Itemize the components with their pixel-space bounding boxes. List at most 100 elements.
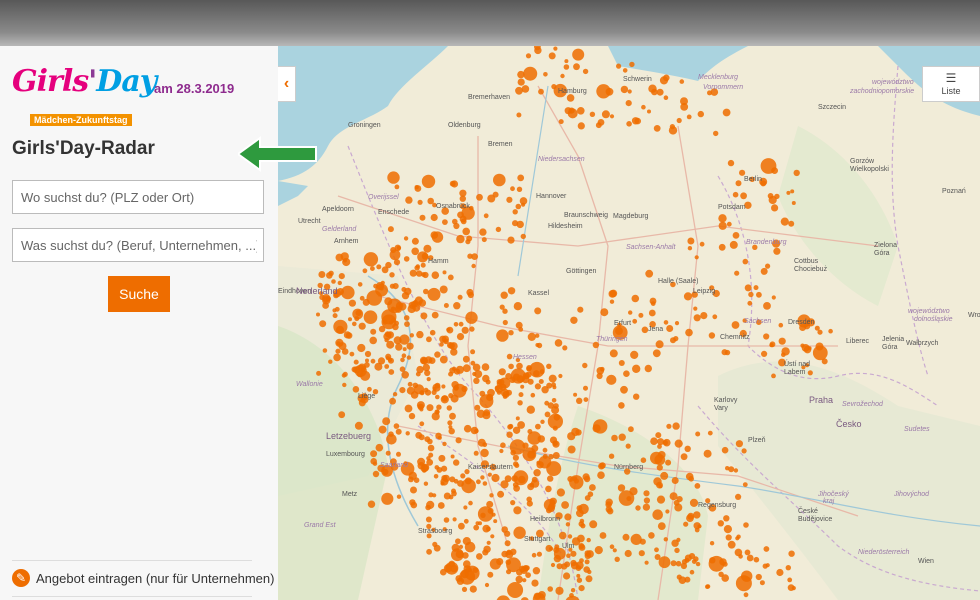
offer-marker[interactable] (407, 381, 413, 387)
offer-marker[interactable] (594, 546, 603, 555)
offer-marker[interactable] (584, 550, 591, 557)
offer-marker[interactable] (452, 218, 458, 225)
offer-marker[interactable] (652, 349, 661, 358)
offer-marker[interactable] (644, 560, 649, 565)
offer-marker[interactable] (449, 476, 456, 483)
offer-marker[interactable] (676, 537, 681, 542)
offer-marker[interactable] (558, 531, 567, 540)
offer-marker[interactable] (688, 476, 694, 482)
offer-marker[interactable] (524, 565, 530, 571)
offer-marker[interactable] (731, 321, 740, 329)
offer-marker[interactable] (624, 549, 632, 558)
offer-marker[interactable] (525, 53, 532, 59)
offer-marker[interactable] (501, 526, 508, 533)
offer-marker[interactable] (508, 330, 514, 336)
offer-marker[interactable] (815, 342, 824, 351)
offer-marker[interactable] (547, 586, 553, 592)
offer-marker[interactable] (760, 267, 768, 275)
offer-marker[interactable] (453, 459, 460, 466)
offer-marker[interactable] (381, 492, 394, 505)
offer-marker[interactable] (512, 454, 519, 461)
offer-marker[interactable] (671, 477, 679, 484)
offer-marker[interactable] (426, 336, 432, 343)
offer-marker[interactable] (482, 481, 488, 486)
offer-marker[interactable] (660, 471, 669, 480)
offer-marker[interactable] (693, 306, 698, 311)
offer-marker[interactable] (476, 553, 483, 560)
offer-marker[interactable] (576, 577, 583, 583)
offer-marker[interactable] (647, 109, 651, 114)
offer-marker[interactable] (567, 476, 574, 482)
offer-marker[interactable] (530, 392, 536, 398)
offer-marker[interactable] (513, 461, 519, 467)
offer-marker[interactable] (473, 377, 480, 384)
offer-marker[interactable] (507, 582, 524, 598)
offer-marker[interactable] (326, 272, 333, 279)
offer-marker[interactable] (423, 288, 429, 295)
offer-marker[interactable] (601, 110, 610, 119)
offer-marker[interactable] (517, 174, 525, 182)
offer-marker[interactable] (424, 369, 431, 377)
offer-marker[interactable] (364, 350, 372, 358)
offer-marker[interactable] (509, 376, 516, 383)
offer-marker[interactable] (684, 576, 691, 583)
offer-marker[interactable] (401, 371, 409, 379)
offer-marker[interactable] (768, 195, 777, 205)
offer-marker[interactable] (388, 369, 395, 375)
offer-marker[interactable] (489, 558, 501, 570)
offer-marker[interactable] (500, 291, 508, 299)
offer-marker[interactable] (457, 211, 464, 219)
offer-marker[interactable] (469, 585, 477, 593)
offer-marker[interactable] (773, 247, 781, 255)
offer-marker[interactable] (620, 385, 628, 394)
offer-marker[interactable] (385, 450, 391, 456)
offer-marker[interactable] (352, 386, 360, 393)
offer-marker[interactable] (606, 374, 617, 385)
offer-marker[interactable] (790, 189, 795, 194)
offer-marker[interactable] (358, 322, 366, 330)
offer-marker[interactable] (656, 495, 666, 504)
offer-marker[interactable] (743, 592, 749, 598)
offer-marker[interactable] (365, 358, 369, 363)
offer-marker[interactable] (471, 263, 476, 269)
offer-marker[interactable] (362, 268, 368, 274)
offer-marker[interactable] (512, 209, 518, 215)
offer-marker[interactable] (432, 541, 438, 547)
offer-marker[interactable] (585, 575, 593, 583)
offer-marker[interactable] (695, 561, 701, 567)
offer-marker[interactable] (417, 301, 422, 306)
offer-marker[interactable] (342, 382, 347, 388)
offer-marker[interactable] (547, 475, 554, 482)
offer-marker[interactable] (791, 201, 796, 205)
offer-marker[interactable] (520, 233, 526, 240)
offer-marker[interactable] (396, 451, 401, 457)
offer-marker[interactable] (742, 258, 749, 265)
offer-marker[interactable] (448, 428, 455, 435)
offer-marker[interactable] (635, 505, 641, 511)
offer-marker[interactable] (564, 513, 572, 521)
offer-marker[interactable] (776, 568, 784, 577)
offer-marker[interactable] (761, 350, 768, 357)
offer-marker[interactable] (399, 334, 410, 345)
offer-marker[interactable] (336, 288, 344, 296)
offer-marker[interactable] (680, 562, 688, 570)
offer-marker[interactable] (370, 266, 375, 271)
offer-marker[interactable] (507, 236, 515, 244)
offer-marker[interactable] (426, 548, 432, 555)
offer-marker[interactable] (740, 192, 747, 200)
offer-marker[interactable] (556, 488, 565, 497)
offer-marker[interactable] (654, 547, 659, 553)
offer-marker[interactable] (403, 315, 410, 321)
offer-marker[interactable] (451, 543, 460, 552)
offer-marker[interactable] (828, 328, 833, 334)
offer-marker[interactable] (487, 571, 494, 578)
offer-marker[interactable] (442, 441, 447, 447)
offer-marker[interactable] (589, 520, 598, 529)
offer-marker[interactable] (577, 122, 585, 130)
offer-marker[interactable] (726, 221, 732, 227)
offer-marker[interactable] (370, 450, 378, 458)
offer-marker[interactable] (451, 381, 459, 389)
offer-marker[interactable] (496, 379, 502, 385)
offer-marker[interactable] (319, 320, 327, 328)
offer-marker[interactable] (718, 571, 724, 577)
